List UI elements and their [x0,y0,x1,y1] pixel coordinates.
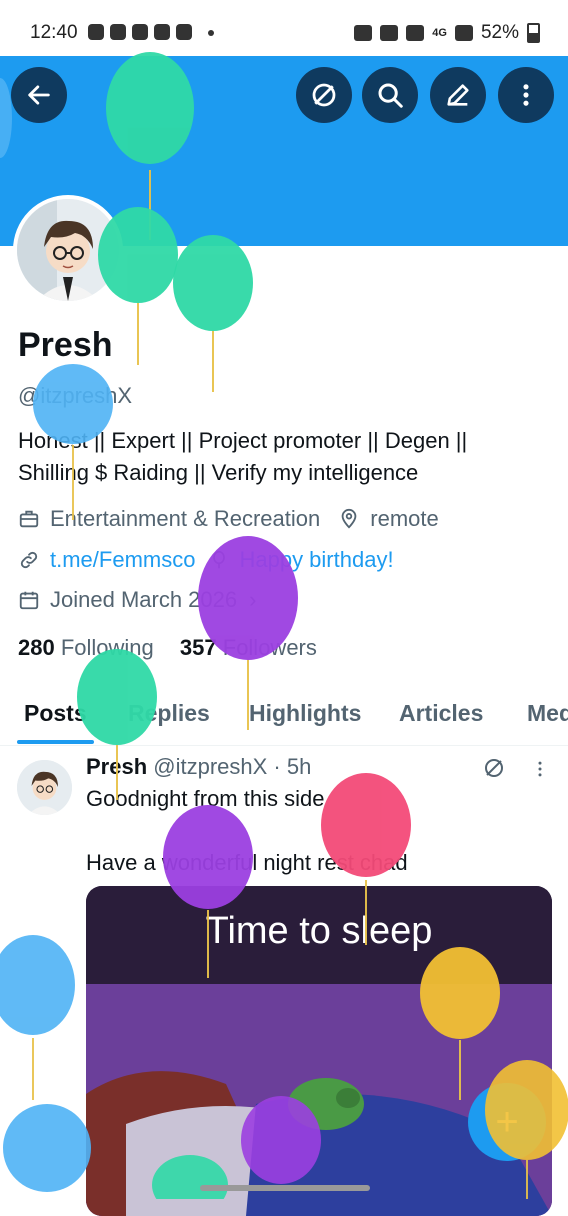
following-label: Following [60,635,154,660]
network-label: 4G [432,27,447,39]
balloon [173,235,253,392]
compose-fab[interactable]: + [468,1083,546,1161]
signal-icon [454,25,473,41]
battery-icon [527,23,540,43]
briefcase-icon [19,510,39,528]
profile-handle: @itzpreshX [18,383,133,408]
system-icons: 4G 52% [354,22,540,44]
bio-line: Honest || Expert || Project promoter || … [18,428,468,453]
post-handle-time: @itzpreshX · 5h [153,754,312,779]
active-tab-indicator [17,740,94,744]
following-link[interactable]: 280 Following [18,635,154,660]
balloon [3,1104,91,1192]
profile-bio: Honest || Expert || Project promoter || … [18,425,538,489]
calendar-icon [19,591,39,610]
battery-label: 52% [480,22,519,43]
message-icon [110,24,126,40]
follow-counts: 280 Following 357 Followers [18,635,317,661]
grok-icon [312,83,336,107]
discord-icon [176,24,192,40]
media-title: Time to sleep [205,910,433,952]
profile-avatar[interactable] [13,195,123,305]
alarm-icon [380,25,399,41]
location-label: remote [370,506,439,531]
following-count: 280 [18,635,55,660]
more-notifications-icon [208,30,214,36]
location-icon [341,508,357,529]
post-avatar[interactable] [17,760,72,815]
avatar-illustration [17,199,119,301]
profile-name: Presh [18,326,113,364]
post-media[interactable]: Time to sleep [86,886,552,1216]
back-button[interactable] [11,67,67,123]
link-icon [20,551,38,569]
grok-button[interactable] [296,67,352,123]
balloon [0,935,75,1100]
avatar-illustration [17,760,72,815]
edit-button[interactable] [430,67,486,123]
message-icon [88,24,104,40]
search-button[interactable] [362,67,418,123]
bio-line: Shilling $ Raiding || Verify my intellig… [18,460,419,485]
more-icon [523,84,529,106]
status-bar: 12:40 4G 52% [0,0,568,56]
post-text-line: Have a wonderful night rest chad [86,850,408,875]
post-more-icon[interactable] [530,758,550,780]
category-label: Entertainment & Recreation [50,506,321,531]
notification-icons [88,24,214,40]
post-text-line: Goodnight from this side [86,786,325,811]
followers-count: 357 [179,635,217,660]
snapchat-icon [132,24,148,40]
tab-replies[interactable]: Replies [128,700,210,727]
mute-icon [406,25,425,41]
snapchat-icon [154,24,170,40]
edit-icon [447,84,469,106]
profile-tabs: Posts Replies Highlights Articles Med [0,690,568,746]
followers-label: Followers [222,635,317,660]
back-icon [28,85,50,105]
joined-label: Joined March 2026 [50,587,238,612]
tab-posts[interactable]: Posts [24,700,87,727]
home-indicator[interactable] [200,1185,370,1191]
tab-highlights[interactable]: Highlights [249,700,361,727]
balloon-icon [213,550,226,569]
tab-articles[interactable]: Articles [399,700,483,727]
profile-link[interactable]: t.me/Femmsco [50,547,195,573]
followers-link[interactable]: 357 Followers [180,635,317,660]
tab-media[interactable]: Med [527,700,568,727]
profile-joined: Joined March 2026 › [18,587,256,613]
key-icon [354,25,373,41]
profile-category: Entertainment & Recreation remote [18,506,439,532]
chevron-right-icon[interactable]: › [249,587,256,613]
more-button[interactable] [498,67,554,123]
search-icon [378,83,403,108]
status-time: 12:40 [30,22,78,43]
profile-link-row: t.me/Femmsco Happy birthday! [18,547,394,573]
grok-icon[interactable] [482,756,506,780]
birthday-label[interactable]: Happy birthday! [239,547,393,573]
post-author-name[interactable]: Presh [86,754,147,779]
post-header: Presh @itzpreshX · 5h [86,754,311,780]
